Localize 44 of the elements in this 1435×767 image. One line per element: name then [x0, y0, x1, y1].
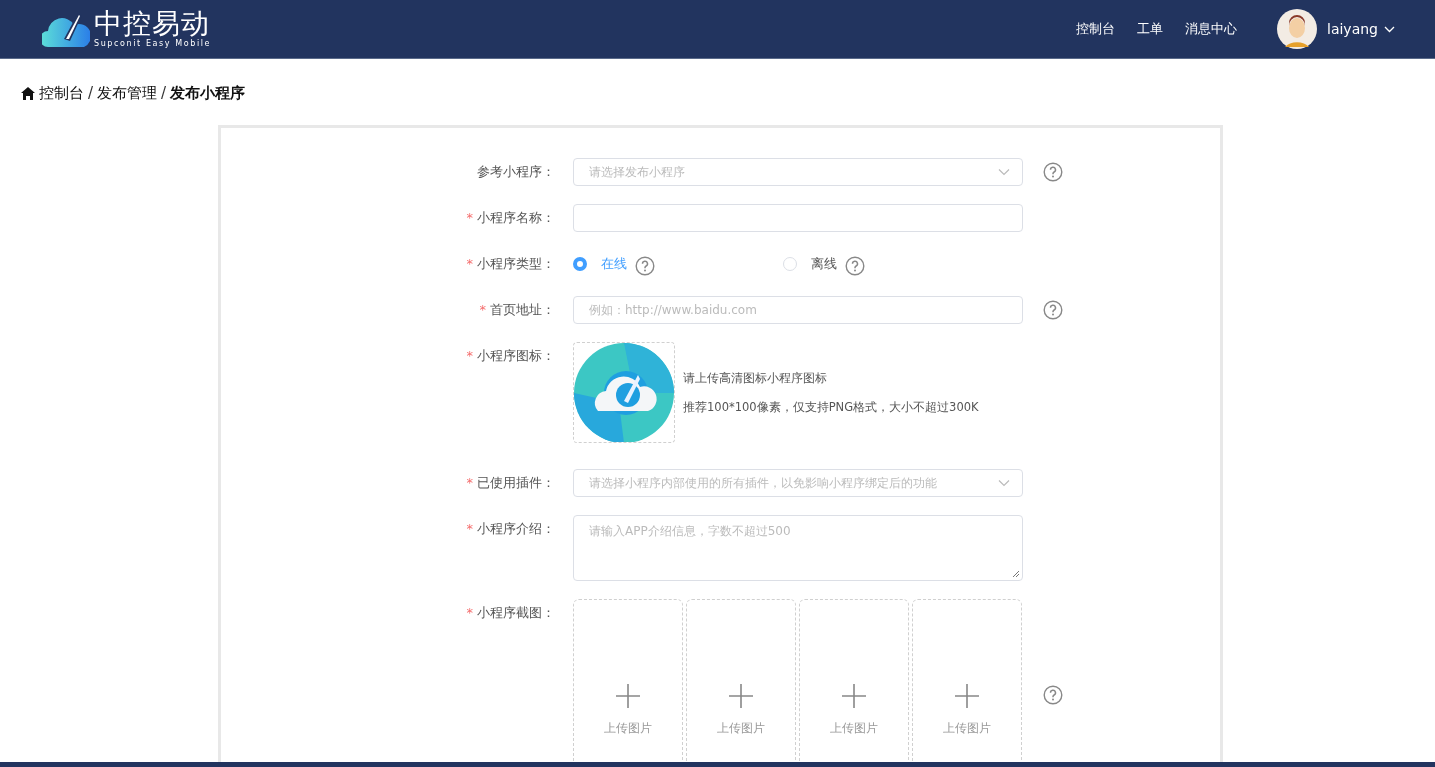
logo-subtitle: Supconit Easy Mobile — [94, 40, 212, 48]
field-label: * 小程序类型： — [466, 255, 555, 273]
textarea-field[interactable]: 请输入APP介绍信息，字数不超过500 — [573, 515, 1023, 581]
nav-link[interactable]: 控制台 — [1076, 20, 1115, 38]
help-icon[interactable] — [635, 256, 655, 276]
field-label: * 小程序介绍： — [466, 520, 555, 538]
home-icon[interactable] — [21, 86, 35, 100]
field-label: * 首页地址： — [479, 301, 555, 319]
logo-title: 中控易动 — [94, 10, 211, 38]
help-icon[interactable] — [1043, 685, 1063, 705]
field-label: * 小程序名称： — [466, 209, 555, 227]
user-menu[interactable]: laiyang — [1327, 21, 1395, 37]
breadcrumb-link[interactable]: 发布小程序 — [170, 83, 246, 103]
input-field[interactable]: 例如：http://www.baidu.com — [573, 296, 1023, 324]
select-field[interactable]: 请选择发布小程序 — [573, 158, 1023, 186]
field-label: * 已使用插件： — [466, 474, 555, 492]
chevron-down-icon — [998, 479, 1010, 487]
plus-icon — [955, 684, 979, 708]
field-label: * 小程序图标： — [466, 347, 555, 365]
plus-icon — [842, 684, 866, 708]
help-icon[interactable] — [1043, 162, 1063, 182]
help-icon[interactable] — [1043, 300, 1063, 320]
resize-grip-icon — [1012, 570, 1020, 578]
breadcrumb-link[interactable]: 控制台 — [39, 83, 84, 103]
radio-label[interactable]: 在线 — [601, 255, 627, 273]
hint-text: 推荐100*100像素，仅支持PNG格式，大小不超过300K — [683, 399, 979, 415]
chevron-down-icon — [998, 168, 1010, 176]
breadcrumb-link[interactable]: 发布管理 — [97, 83, 158, 103]
hint-text: 请上传高清图标小程序图标 — [683, 370, 828, 386]
breadcrumb-separator: / — [88, 84, 94, 102]
field-label: 参考小程序： — [477, 163, 555, 181]
radio-button[interactable] — [573, 257, 587, 271]
plus-icon — [729, 684, 753, 708]
field-label: * 小程序截图： — [466, 604, 555, 622]
radio-label[interactable]: 离线 — [811, 255, 837, 273]
breadcrumb-separator: / — [161, 84, 167, 102]
input-field[interactable] — [573, 204, 1023, 232]
nav-link[interactable]: 工单 — [1137, 20, 1163, 38]
chevron-down-icon — [1384, 25, 1395, 33]
nav-link[interactable]: 消息中心 — [1185, 20, 1237, 38]
help-icon[interactable] — [845, 256, 865, 276]
plus-icon — [616, 684, 640, 708]
avatar[interactable] — [1277, 9, 1317, 49]
select-field[interactable]: 请选择小程序内部使用的所有插件，以免影响小程序绑定后的功能 — [573, 469, 1023, 497]
